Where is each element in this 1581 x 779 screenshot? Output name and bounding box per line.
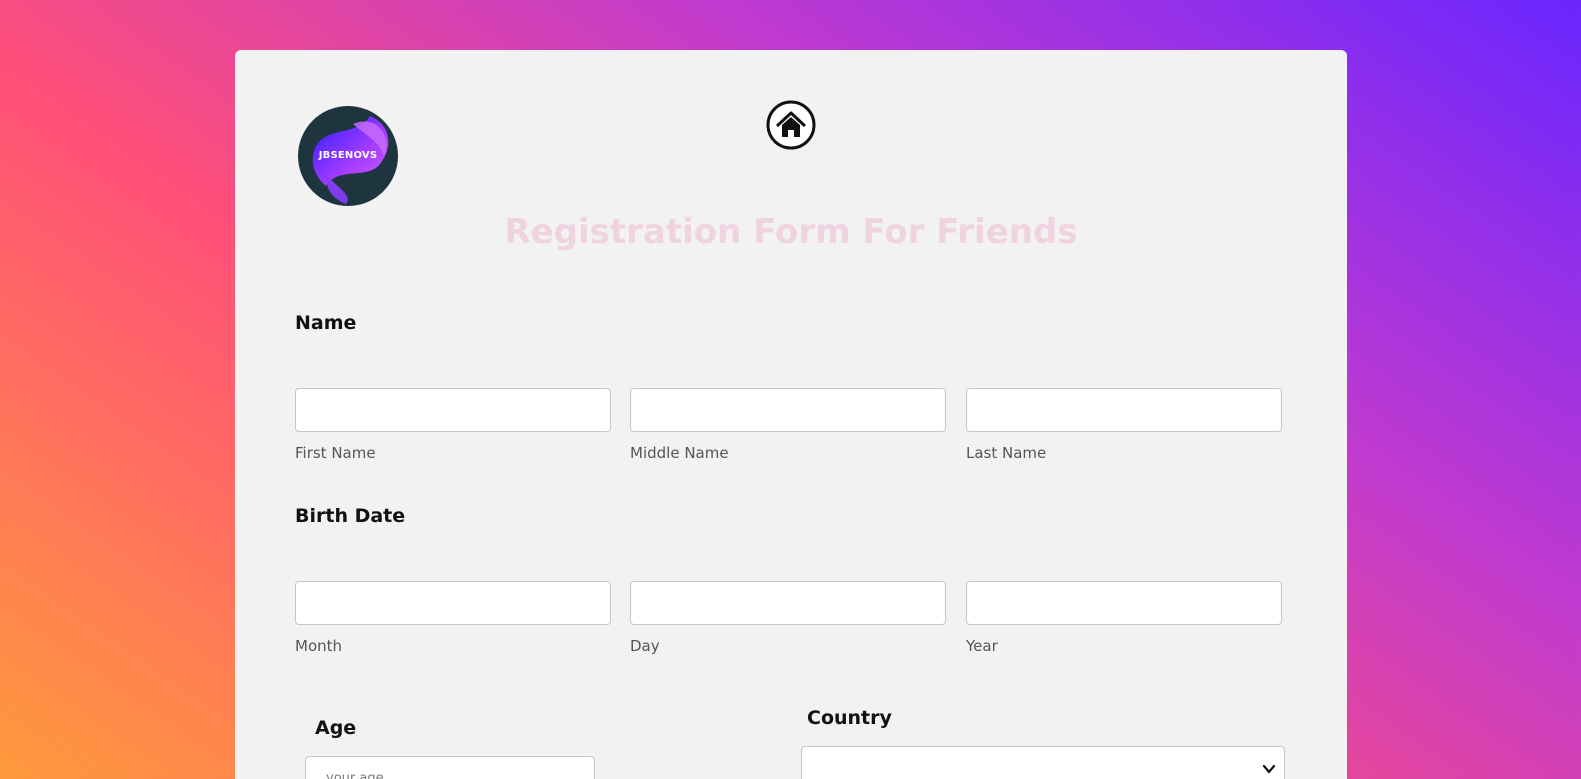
year-label: Year	[966, 637, 998, 655]
logo-text: JBSENOVS	[318, 150, 378, 161]
last-name-label: Last Name	[966, 444, 1047, 462]
age-label: Age	[315, 717, 357, 739]
middle-name-label: Middle Name	[630, 444, 729, 462]
country-label: Country	[807, 707, 892, 729]
middle-name-input[interactable]	[630, 388, 946, 432]
year-input[interactable]	[966, 581, 1282, 625]
age-input[interactable]	[305, 756, 595, 779]
birth-date-section-label: Birth Date	[295, 505, 406, 527]
day-input[interactable]	[630, 581, 946, 625]
last-name-input[interactable]	[966, 388, 1282, 432]
country-select[interactable]	[801, 746, 1285, 779]
page-title: Registration Form For Friends	[504, 212, 1078, 252]
home-icon[interactable]	[766, 100, 816, 150]
logo-icon: JBSENOVS	[298, 106, 398, 206]
first-name-label: First Name	[295, 444, 376, 462]
month-label: Month	[295, 637, 343, 655]
first-name-input[interactable]	[295, 388, 611, 432]
month-input[interactable]	[295, 581, 611, 625]
chevron-down-icon	[1262, 764, 1276, 774]
name-section-label: Name	[295, 312, 357, 334]
registration-card: JBSENOVS Registration Form For Friends N…	[235, 50, 1347, 779]
day-label: Day	[630, 637, 660, 655]
